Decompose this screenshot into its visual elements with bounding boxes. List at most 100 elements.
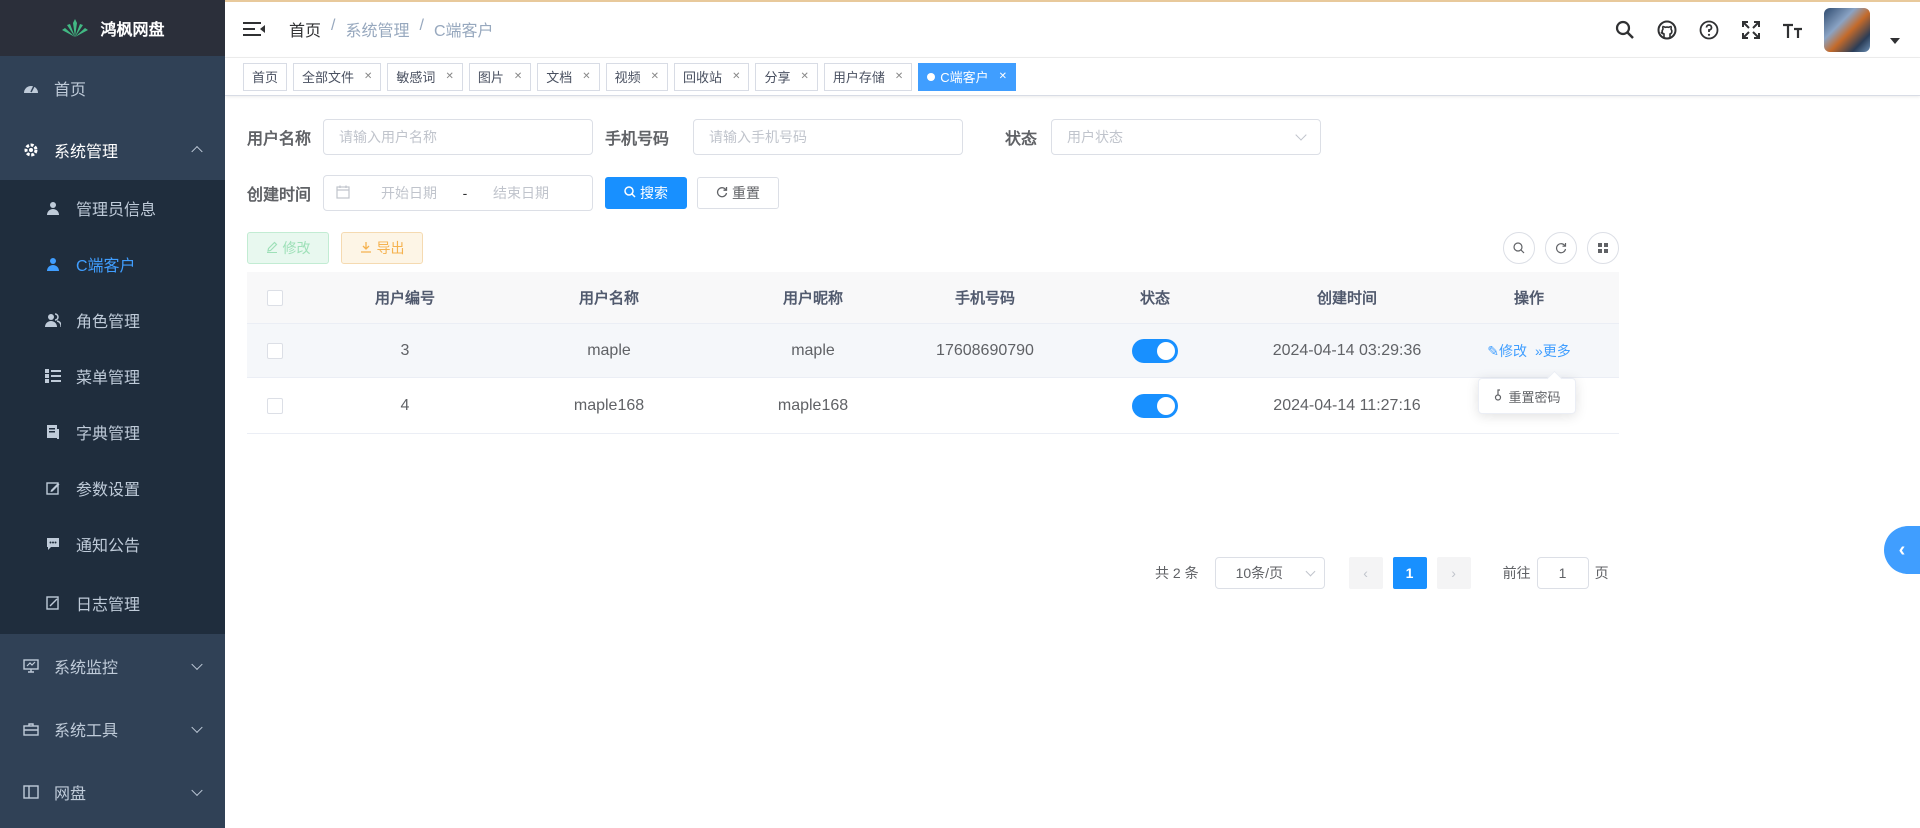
sidebar-item-system[interactable]: 系统管理 xyxy=(0,120,225,180)
breadcrumb-home[interactable]: 首页 xyxy=(289,17,321,41)
prev-page-button[interactable]: ‹ xyxy=(1348,557,1383,589)
caret-down-icon[interactable] xyxy=(1890,38,1900,44)
chevron-right-icon: › xyxy=(1451,565,1456,581)
sidebar-item-params[interactable]: 参数设置 xyxy=(0,460,225,516)
sidebar-item-admin-info[interactable]: 管理员信息 xyxy=(0,180,225,236)
close-icon[interactable]: ✕ xyxy=(582,71,590,82)
edit-icon: ✎ xyxy=(1487,342,1499,359)
tag-label: 全部文件 xyxy=(302,70,355,85)
tag-share[interactable]: 分享 ✕ xyxy=(755,62,818,91)
chevron-down-icon xyxy=(1305,566,1316,576)
close-icon[interactable]: ✕ xyxy=(445,71,453,82)
sidebar-item-notices[interactable]: 通知公告 xyxy=(0,516,225,572)
sidebar-item-c-customer[interactable]: C端客户 xyxy=(0,236,225,292)
tag-user-storage[interactable]: 用户存储 ✕ xyxy=(823,62,913,91)
page-size-select[interactable]: 10条/页 xyxy=(1214,557,1325,589)
tag-images[interactable]: 图片 ✕ xyxy=(468,62,532,91)
created-time-label: 创建时间 xyxy=(247,187,312,204)
sidebar-item-logs[interactable]: 日志管理 xyxy=(0,572,225,634)
font-size-icon[interactable] xyxy=(1782,19,1804,41)
tag-all-files[interactable]: 全部文件 ✕ xyxy=(293,62,382,91)
tag-sensitive-words[interactable]: 敏感词 ✕ xyxy=(387,62,463,91)
status-placeholder: 用户状态 xyxy=(1067,129,1123,145)
search-button-label: 搜索 xyxy=(640,185,668,201)
next-page-button[interactable]: › xyxy=(1436,557,1471,589)
github-icon[interactable] xyxy=(1656,19,1678,41)
refresh-button[interactable] xyxy=(1545,232,1577,264)
close-icon[interactable]: ✕ xyxy=(732,71,740,82)
hamburger-icon[interactable] xyxy=(243,20,265,38)
fullscreen-icon[interactable] xyxy=(1740,19,1762,41)
close-icon[interactable]: ✕ xyxy=(651,71,659,82)
phone-label: 手机号码 xyxy=(605,131,670,148)
page-number-button[interactable]: 1 xyxy=(1392,557,1427,589)
tag-label: 文档 xyxy=(546,70,573,85)
search-icon xyxy=(624,185,636,201)
edit-icon xyxy=(266,240,278,256)
status-switch[interactable] xyxy=(1132,338,1178,363)
date-range-picker[interactable]: 开始日期 - 结束日期 xyxy=(323,175,593,211)
app-logo[interactable]: 鸿枫网盘 xyxy=(0,0,225,56)
key-icon xyxy=(1493,388,1503,404)
row-checkbox[interactable] xyxy=(267,342,283,359)
toggle-search-button[interactable] xyxy=(1503,232,1535,264)
sidebar: 鸿枫网盘 首页 系统管理 管理员信息 C端客户 角色管理 菜单管理 字典管理 参… xyxy=(0,0,225,828)
toolbox-icon xyxy=(22,720,40,738)
active-dot-icon xyxy=(927,72,936,81)
columns-button[interactable] xyxy=(1587,232,1619,264)
log-icon xyxy=(44,594,62,612)
goto-page-input[interactable]: 1 xyxy=(1536,557,1589,589)
export-button[interactable]: 导出 xyxy=(341,232,423,264)
export-button-label: 导出 xyxy=(376,240,405,256)
table-row[interactable]: 3 maple maple 17608690790 2024-04-14 03:… xyxy=(247,324,1619,378)
table-row[interactable]: 4 maple168 maple168 2024-04-14 11:27:16 xyxy=(247,378,1619,434)
close-icon[interactable]: ✕ xyxy=(514,71,522,82)
table-header: 用户编号 用户名称 用户昵称 手机号码 状态 创建时间 操作 xyxy=(247,272,1619,324)
row-edit-link[interactable]: ✎修改 xyxy=(1487,341,1527,361)
close-icon[interactable]: ✕ xyxy=(999,71,1007,82)
sidebar-item-roles[interactable]: 角色管理 xyxy=(0,292,225,348)
edit-button[interactable]: 修改 xyxy=(247,232,329,264)
header-phone: 手机号码 xyxy=(954,290,1015,307)
end-date-placeholder[interactable]: 结束日期 xyxy=(480,183,562,203)
sidebar-item-tools[interactable]: 系统工具 xyxy=(0,698,225,760)
row-more-link[interactable]: »更多 xyxy=(1535,341,1571,361)
tree-table-icon xyxy=(44,367,62,385)
tag-home[interactable]: 首页 xyxy=(243,62,288,91)
tag-label: 敏感词 xyxy=(396,70,436,85)
status-switch[interactable] xyxy=(1132,393,1178,418)
sidebar-item-monitor[interactable]: 系统监控 xyxy=(0,634,225,698)
start-date-placeholder[interactable]: 开始日期 xyxy=(368,183,450,203)
sidebar-item-dict[interactable]: 字典管理 xyxy=(0,404,225,460)
search-icon[interactable] xyxy=(1614,19,1636,41)
sidebar-item-home[interactable]: 首页 xyxy=(0,56,225,120)
tag-c-customer[interactable]: C端客户 ✕ xyxy=(918,62,1017,91)
sidebar-item-disk[interactable]: 网盘 xyxy=(0,760,225,824)
row-checkbox[interactable] xyxy=(267,397,283,414)
sidebar-item-menus[interactable]: 菜单管理 xyxy=(0,348,225,404)
select-all-checkbox[interactable] xyxy=(267,289,283,306)
search-button[interactable]: 搜索 xyxy=(605,177,687,209)
phone-input[interactable]: 请输入手机号码 xyxy=(693,119,963,155)
close-icon[interactable]: ✕ xyxy=(364,71,372,82)
logo-icon xyxy=(60,17,90,39)
edit-button-label: 修改 xyxy=(282,240,311,256)
tag-videos[interactable]: 视频 ✕ xyxy=(605,62,669,91)
question-icon[interactable] xyxy=(1698,19,1720,41)
status-select[interactable]: 用户状态 xyxy=(1051,119,1321,155)
tag-documents[interactable]: 文档 ✕ xyxy=(537,62,600,91)
message-icon xyxy=(44,535,62,553)
download-icon xyxy=(360,240,372,256)
peoples-icon xyxy=(44,311,62,329)
reset-password-item[interactable]: 重置密码 xyxy=(1508,387,1560,406)
avatar[interactable] xyxy=(1824,8,1870,52)
content: 用户名称 请输入用户名称 手机号码 请输入手机号码 状态 用户状态 创建时间 开… xyxy=(225,97,1920,828)
close-icon[interactable]: ✕ xyxy=(800,71,808,82)
cell-phone: 17608690790 xyxy=(936,341,1034,359)
more-actions-popover: 重置密码 xyxy=(1478,378,1576,414)
reset-button[interactable]: 重置 xyxy=(697,177,779,209)
username-input[interactable]: 请输入用户名称 xyxy=(323,119,593,155)
close-icon[interactable]: ✕ xyxy=(895,71,903,82)
tag-recycle-bin[interactable]: 回收站 ✕ xyxy=(674,62,750,91)
book-icon xyxy=(22,783,40,801)
